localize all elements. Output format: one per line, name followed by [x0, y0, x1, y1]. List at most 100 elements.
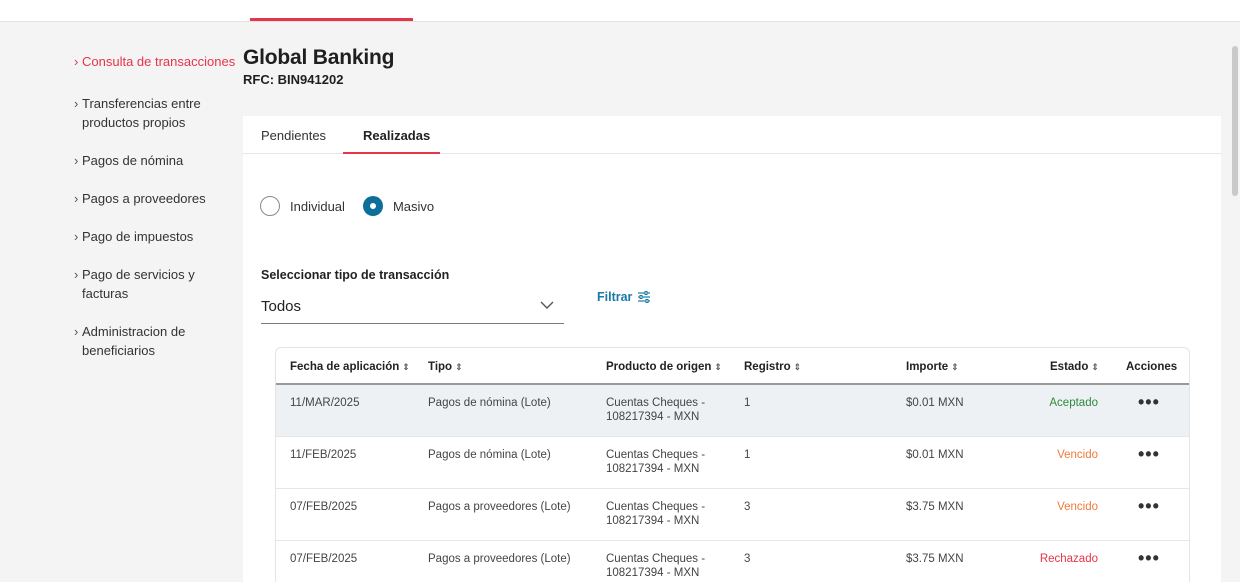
- cell-fecha: 07/FEB/2025: [290, 553, 358, 565]
- page-title: Global Banking: [243, 46, 395, 69]
- cell-producto: Cuentas Cheques - 108217394 - MXN: [606, 448, 705, 476]
- table-row[interactable]: 11/MAR/2025 Pagos de nómina (Lote) Cuent…: [276, 385, 1189, 437]
- sidebar-item-nomina[interactable]: › Pagos de nómina: [74, 151, 239, 170]
- sidebar-item-label: Pagos a proveedores: [82, 191, 206, 206]
- cell-producto-line2: 108217394 - MXN: [606, 515, 700, 527]
- cell-producto-line1: Cuentas Cheques -: [606, 397, 706, 409]
- sort-icon: ⇕: [455, 362, 463, 372]
- column-header-registro[interactable]: Registro ⇕: [744, 361, 801, 373]
- sidebar-item-label: Transferencias entre productos propios: [82, 96, 201, 130]
- sidebar-item-beneficiarios[interactable]: › Administracion de beneficiarios: [74, 322, 239, 360]
- column-header-label: Registro: [744, 361, 791, 373]
- radio-circle-icon: [260, 196, 280, 216]
- sidebar-item-label: Pago de impuestos: [82, 229, 194, 244]
- sort-icon: ⇕: [402, 362, 410, 372]
- main-panel: Pendientes Realizadas Individual Masivo …: [243, 116, 1221, 582]
- sidebar-item-consulta[interactable]: › Consulta de transacciones: [74, 52, 239, 71]
- company-header: Global Banking RFC: BIN941202: [243, 46, 394, 87]
- column-header-tipo[interactable]: Tipo ⇕: [428, 361, 463, 373]
- mode-radio-group: Individual Masivo: [260, 196, 452, 216]
- table-header: Fecha de aplicación ⇕ Tipo ⇕ Producto de o…: [276, 348, 1189, 385]
- tab-realizadas[interactable]: Realizadas: [363, 128, 430, 143]
- cell-estado: Vencido: [1057, 501, 1098, 513]
- sidebar-item-transferencias[interactable]: › Transferencias entre productos propios: [74, 94, 239, 132]
- chevron-down-icon: [540, 301, 554, 309]
- column-header-acciones: Acciones: [1126, 361, 1178, 373]
- sort-icon: ⇕: [714, 362, 722, 372]
- chevron-right-icon: ›: [74, 153, 79, 168]
- chevron-right-icon: ›: [74, 54, 79, 69]
- radio-masivo[interactable]: Masivo: [362, 196, 435, 216]
- more-horizontal-icon[interactable]: •••: [1138, 393, 1160, 411]
- cell-tipo: Pagos a proveedores (Lote): [428, 553, 571, 565]
- radio-selected-icon: [362, 196, 383, 216]
- table-row[interactable]: 11/FEB/2025 Pagos de nómina (Lote) Cuent…: [276, 437, 1189, 489]
- more-horizontal-icon[interactable]: •••: [1138, 549, 1160, 567]
- cell-tipo: Pagos de nómina (Lote): [428, 397, 551, 409]
- filter-button[interactable]: Filtrar: [597, 290, 651, 304]
- cell-registro: 3: [744, 553, 751, 565]
- cell-producto-line2: 108217394 - MXN: [606, 411, 700, 423]
- chevron-right-icon: ›: [74, 267, 79, 282]
- cell-fecha: 11/FEB/2025: [290, 449, 357, 461]
- sidebar-item-label: Consulta de transacciones: [82, 54, 236, 69]
- column-header-fecha[interactable]: Fecha de aplicación ⇕: [290, 361, 410, 373]
- sidebar: › Consulta de transacciones › Transferen…: [74, 52, 239, 360]
- more-horizontal-icon[interactable]: •••: [1138, 445, 1160, 463]
- cell-estado: Vencido: [1057, 449, 1098, 461]
- cell-producto-line1: Cuentas Cheques -: [606, 501, 706, 513]
- cell-registro: 1: [744, 449, 751, 461]
- transaction-type-select[interactable]: Todos: [261, 290, 564, 324]
- cell-importe: $3.75 MXN: [906, 501, 964, 513]
- sidebar-item-label: Pagos de nómina: [82, 153, 184, 168]
- cell-importe: $0.01 MXN: [906, 449, 964, 461]
- cell-producto: Cuentas Cheques - 108217394 - MXN: [606, 500, 705, 528]
- cell-tipo: Pagos de nómina (Lote): [428, 449, 551, 461]
- sidebar-item-impuestos[interactable]: › Pago de impuestos: [74, 227, 239, 246]
- cell-fecha: 11/MAR/2025: [290, 397, 360, 409]
- column-header-producto[interactable]: Producto de origen ⇕: [606, 361, 722, 373]
- sort-icon: ⇕: [793, 362, 802, 372]
- column-header-importe[interactable]: Importe ⇕: [906, 361, 959, 373]
- tab-bar: Pendientes Realizadas: [243, 116, 1221, 154]
- sidebar-item-label: Administracion de beneficiarios: [82, 324, 186, 358]
- sort-icon: ⇕: [1091, 362, 1099, 372]
- chevron-right-icon: ›: [74, 96, 79, 111]
- column-header-label: Fecha de aplicación: [290, 361, 400, 373]
- cell-fecha: 07/FEB/2025: [290, 501, 358, 513]
- cell-estado: Aceptado: [1049, 397, 1098, 409]
- tab-pendientes[interactable]: Pendientes: [261, 128, 326, 143]
- column-header-label: Importe: [906, 361, 949, 373]
- sidebar-item-servicios[interactable]: › Pago de servicios y facturas: [74, 265, 239, 303]
- cell-producto: Cuentas Cheques - 108217394 - MXN: [606, 396, 705, 424]
- cell-importe: $3.75 MXN: [906, 553, 964, 565]
- cell-tipo: Pagos a proveedores (Lote): [428, 501, 571, 513]
- company-rfc: RFC: BIN941202: [243, 72, 344, 87]
- table-row[interactable]: 07/FEB/2025 Pagos a proveedores (Lote) C…: [276, 489, 1189, 541]
- select-value: Todos: [261, 298, 302, 315]
- tab-active-indicator: [343, 152, 440, 154]
- sort-icon: ⇕: [951, 362, 959, 372]
- chevron-right-icon: ›: [74, 191, 79, 206]
- radio-masivo-label: Masivo: [392, 198, 435, 214]
- column-header-label: Estado: [1050, 361, 1089, 373]
- cell-registro: 1: [744, 397, 751, 409]
- cell-producto-line1: Cuentas Cheques -: [606, 449, 706, 461]
- column-header-estado[interactable]: Estado ⇕: [1050, 361, 1099, 373]
- sidebar-item-proveedores[interactable]: › Pagos a proveedores: [74, 189, 239, 208]
- top-nav-bar: [0, 0, 1240, 22]
- sidebar-item-label: Pago de servicios y facturas: [82, 267, 195, 301]
- page-scrollbar[interactable]: [1232, 46, 1238, 196]
- cell-producto-line1: Cuentas Cheques -: [606, 553, 706, 565]
- column-header-label: Tipo: [428, 361, 453, 373]
- cell-registro: 3: [744, 501, 751, 513]
- transaction-type-label: Seleccionar tipo de transacción: [261, 268, 450, 282]
- cell-producto: Cuentas Cheques - 108217394 - MXN: [606, 552, 705, 580]
- table-row[interactable]: 07/FEB/2025 Pagos a proveedores (Lote) C…: [276, 541, 1189, 582]
- chevron-right-icon: ›: [74, 324, 79, 339]
- chevron-right-icon: ›: [74, 229, 79, 244]
- more-horizontal-icon[interactable]: •••: [1138, 497, 1160, 515]
- cell-producto-line2: 108217394 - MXN: [606, 567, 700, 579]
- radio-individual[interactable]: Individual: [260, 196, 345, 216]
- column-header-label: Producto de origen: [606, 361, 712, 373]
